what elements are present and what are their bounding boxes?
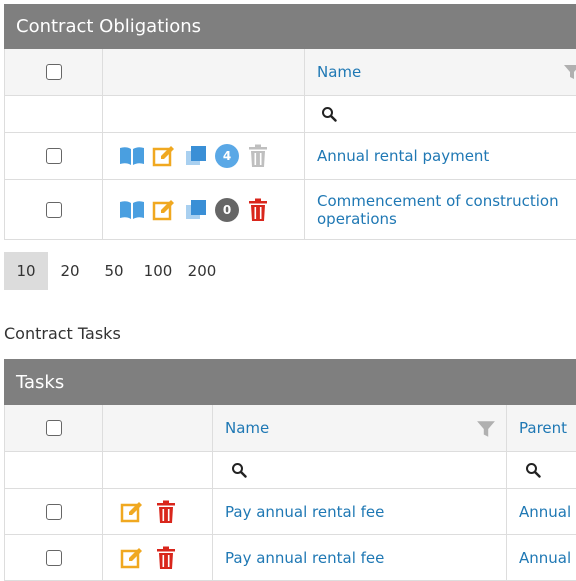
page-size-selector: 10 20 50 100 200 <box>4 252 224 290</box>
search-icon[interactable] <box>231 462 247 478</box>
row-checkbox[interactable] <box>45 201 62 218</box>
row-checkbox[interactable] <box>45 549 62 566</box>
copy-icon[interactable] <box>183 197 209 223</box>
tasks-header-row: Name Parent <box>4 405 576 452</box>
obligations-panel-title: Contract Obligations <box>16 16 202 37</box>
select-all-checkbox[interactable] <box>45 420 62 436</box>
table-row: Pay annual rental fee Annual <box>4 489 576 535</box>
trash-icon[interactable] <box>245 197 271 223</box>
task-parent-link[interactable]: Annual <box>519 503 571 521</box>
table-row: Pay annual rental fee Annual <box>4 535 576 581</box>
search-icon[interactable] <box>525 462 541 478</box>
edit-icon[interactable] <box>119 499 145 525</box>
task-parent-link[interactable]: Annual <box>519 549 571 567</box>
filter-icon[interactable] <box>476 419 496 439</box>
obligations-header-row: Name <box>4 49 576 96</box>
obligations-panel-header: Contract Obligations <box>4 4 576 49</box>
page-size-100[interactable]: 100 <box>136 252 180 290</box>
count-badge[interactable]: 0 <box>215 197 239 222</box>
name-column-header[interactable]: Name <box>225 419 269 437</box>
contract-tasks-title: Contract Tasks <box>4 324 121 343</box>
copy-icon[interactable] <box>183 143 209 169</box>
trash-icon <box>245 143 271 169</box>
tasks-panel-title: Tasks <box>16 371 65 393</box>
table-row: 0 Commencement of construction operation… <box>4 180 576 240</box>
search-icon[interactable] <box>321 106 337 122</box>
name-column-header[interactable]: Name <box>317 63 361 81</box>
row-checkbox[interactable] <box>45 148 62 164</box>
edit-icon[interactable] <box>151 197 177 223</box>
task-name-link[interactable]: Pay annual rental fee <box>225 549 384 567</box>
page-size-20[interactable]: 20 <box>48 252 92 290</box>
obligation-name-link[interactable]: Commencement of construction operations <box>317 192 563 228</box>
row-checkbox[interactable] <box>45 503 62 520</box>
obligation-name-link[interactable]: Annual rental payment <box>317 147 489 165</box>
book-icon[interactable] <box>119 143 145 169</box>
book-icon[interactable] <box>119 197 145 223</box>
edit-icon[interactable] <box>151 143 177 169</box>
task-name-link[interactable]: Pay annual rental fee <box>225 503 384 521</box>
tasks-filter-row <box>4 452 576 489</box>
select-all-checkbox[interactable] <box>45 64 62 80</box>
page-size-10[interactable]: 10 <box>4 252 48 290</box>
tasks-panel-header: Tasks <box>4 359 576 405</box>
filter-icon[interactable] <box>563 63 576 81</box>
trash-icon[interactable] <box>153 545 179 571</box>
edit-icon[interactable] <box>119 545 145 571</box>
obligations-filter-row <box>4 96 576 133</box>
page-size-200[interactable]: 200 <box>180 252 224 290</box>
count-badge[interactable]: 4 <box>215 144 239 168</box>
page-size-50[interactable]: 50 <box>92 252 136 290</box>
table-row: 4 Annual rental payment <box>4 133 576 180</box>
trash-icon[interactable] <box>153 499 179 525</box>
parent-column-header[interactable]: Parent <box>519 419 567 437</box>
